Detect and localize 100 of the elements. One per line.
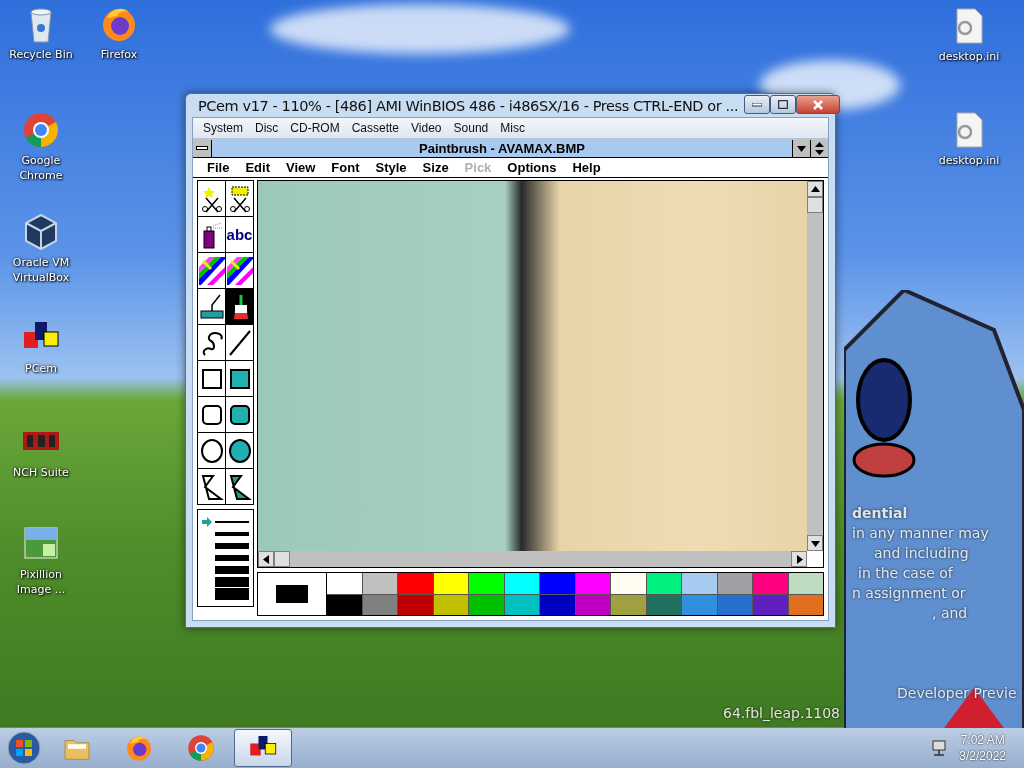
color-swatch[interactable] [540,594,575,615]
color-swatch[interactable] [717,573,752,594]
color-swatch[interactable] [753,594,788,615]
desktop-icon-label[interactable]: desktop.ini [938,153,1000,168]
tool-button[interactable] [226,469,253,504]
tool-button[interactable] [226,181,253,216]
menu-item[interactable]: Misc [494,121,531,135]
tool-button[interactable]: abc [226,217,253,252]
color-swatch[interactable] [646,573,681,594]
menu-item[interactable]: View [277,160,324,175]
line-width-option[interactable] [202,516,249,528]
tool-button[interactable] [226,397,253,432]
color-swatch[interactable] [611,573,646,594]
tool-button[interactable] [198,217,225,252]
color-swatch[interactable] [682,573,717,594]
menu-item[interactable]: Style [367,160,415,175]
desktop-icon-label[interactable]: Pixillion Image ... [2,567,80,597]
color-swatch[interactable] [575,573,610,594]
tool-button[interactable] [198,469,225,504]
dash-icon [196,146,208,150]
minimize-button[interactable] [792,139,810,157]
color-swatch[interactable] [469,594,504,615]
tool-button[interactable] [226,361,253,396]
system-menu-button[interactable] [193,139,212,157]
color-swatch[interactable] [433,573,468,594]
color-swatch[interactable] [327,573,362,594]
color-swatch[interactable] [575,594,610,615]
menu-item[interactable]: Size [414,160,457,175]
tool-button[interactable] [226,325,253,360]
color-swatch[interactable] [433,594,468,615]
scroll-up-button[interactable] [807,181,823,197]
menu-item[interactable]: System [197,121,249,135]
scroll-right-button[interactable] [791,551,807,567]
menu-item[interactable]: Font [323,160,368,175]
color-swatch[interactable] [611,594,646,615]
color-swatch[interactable] [540,573,575,594]
taskbar-button[interactable] [234,729,292,767]
line-width-picker[interactable] [197,509,254,607]
menu-item[interactable]: Sound [447,121,495,135]
desktop-icon-label[interactable]: Google Chrome [2,153,80,183]
tool-button[interactable] [198,397,225,432]
horizontal-scrollbar[interactable] [258,551,807,567]
watermark-text: in the case of [858,565,953,581]
vertical-scrollbar[interactable] [807,181,823,551]
maximize-button[interactable] [770,95,797,114]
desktop-icon-label[interactable]: desktop.ini [938,49,1000,64]
menu-item[interactable]: Video [405,121,448,135]
menu-item[interactable]: File [199,160,238,175]
color-swatch[interactable] [682,594,717,615]
clock-time: 7:02 AM [960,732,1005,748]
minimize-button[interactable] [744,95,771,114]
desktop-icon-label[interactable]: Recycle Bin [9,47,73,62]
arrow-pointer-icon [202,517,212,527]
scroll-thumb[interactable] [274,551,290,567]
eraser-icon [226,256,253,285]
close-icon [813,99,824,110]
restore-button[interactable] [810,139,828,157]
color-swatch[interactable] [362,573,397,594]
menu-item[interactable]: Cassette [345,121,406,135]
tool-button[interactable] [198,289,225,324]
tool-button[interactable] [226,433,253,468]
scroll-down-button[interactable] [807,535,823,551]
up-arrow-icon [810,184,820,194]
menu-item[interactable]: Edit [237,160,278,175]
color-swatch[interactable] [398,594,433,615]
tool-button[interactable] [198,361,225,396]
start-button[interactable] [4,729,44,767]
color-swatch[interactable] [327,594,362,615]
up-down-arrow-icon [815,141,824,155]
color-swatch[interactable] [753,573,788,594]
color-swatch[interactable] [646,594,681,615]
chrome-logo-icon [186,733,216,763]
color-swatch[interactable] [504,573,539,594]
scroll-left-button[interactable] [258,551,274,567]
menu-item[interactable]: Options [499,160,565,175]
circle-icon [198,436,225,465]
color-swatch[interactable] [398,573,433,594]
tool-button[interactable] [226,253,253,288]
tool-button[interactable] [198,325,225,360]
watermark-text: in any manner may [852,525,989,541]
close-button[interactable] [796,95,841,114]
scroll-thumb[interactable] [807,197,823,213]
color-swatch[interactable] [362,594,397,615]
tool-button[interactable] [198,253,225,288]
color-swatch[interactable] [469,573,504,594]
watermark-text: 64.fbl_leap.1108 [723,705,841,721]
menu-item[interactable]: Help [564,160,609,175]
color-swatch[interactable] [788,594,823,615]
menu-item[interactable]: CD-ROM [284,121,346,135]
text-tool-icon: abc [226,226,253,243]
color-swatch[interactable] [504,594,539,615]
tool-button[interactable] [198,433,225,468]
color-swatch[interactable] [717,594,752,615]
tool-button[interactable] [198,181,225,216]
chrome-logo-icon [21,110,61,150]
clock-date: 3/2/2022 [959,748,1006,764]
menu-item[interactable]: Disc [249,121,285,135]
right-arrow-icon [794,554,804,564]
desktop-icon-label[interactable]: Firefox [100,47,138,62]
color-swatch[interactable] [788,573,823,594]
